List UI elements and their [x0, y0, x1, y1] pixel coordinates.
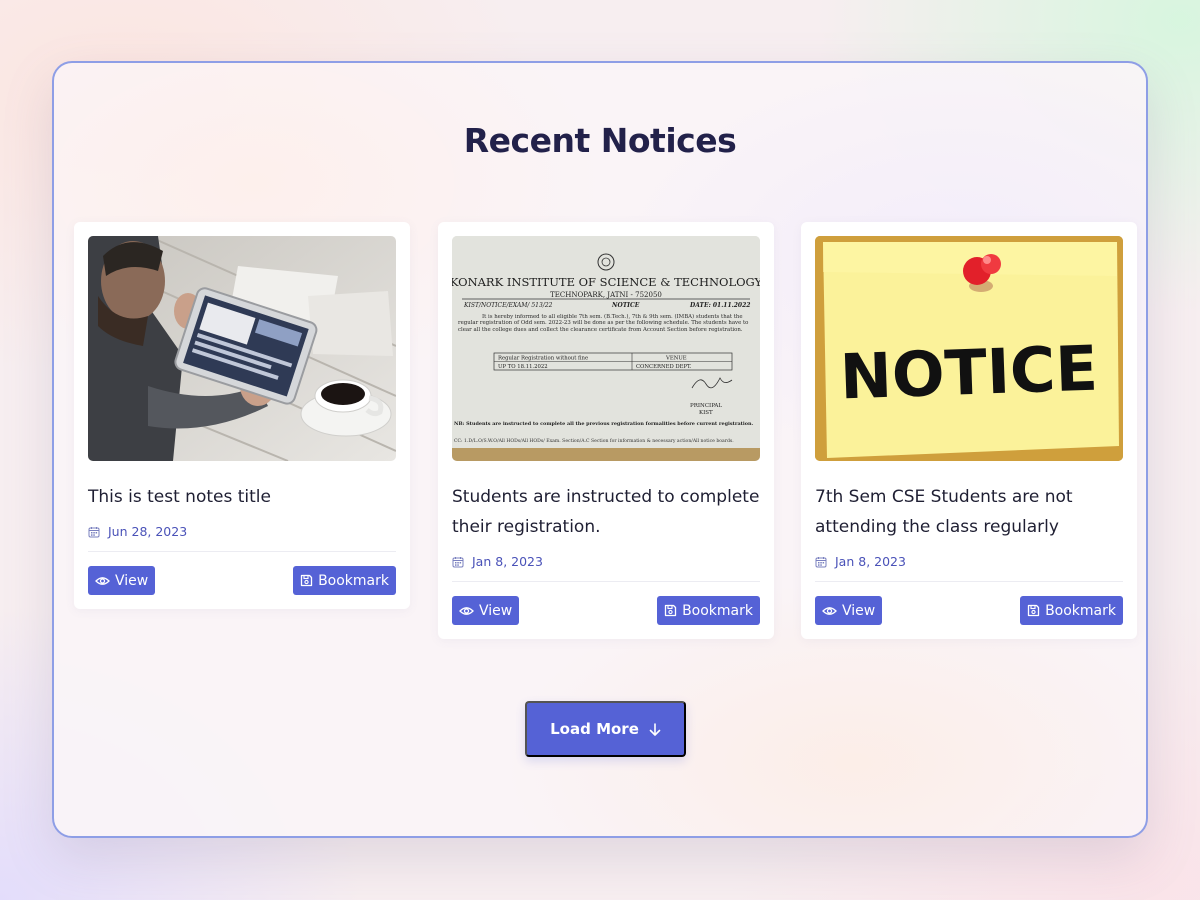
bookmark-button[interactable]: Bookmark — [1020, 596, 1123, 625]
notice-date-text: Jan 8, 2023 — [472, 554, 543, 569]
load-more-label: Load More — [550, 720, 639, 738]
notice-title[interactable]: Students are instructed to complete thei… — [452, 482, 760, 542]
notice-date: Jan 8, 2023 — [452, 554, 760, 569]
calendar-icon — [815, 556, 827, 567]
bookmark-button[interactable]: Bookmark — [657, 596, 760, 625]
eye-icon — [822, 606, 837, 615]
notice-thumbnail[interactable]: NOTICE — [815, 236, 1123, 461]
calendar-icon — [452, 556, 464, 567]
doc-address: TECHNOPARK, JATNI - 752050 — [550, 291, 662, 299]
doc-table-h2: VENUE — [665, 356, 687, 362]
view-button[interactable]: View — [452, 596, 520, 625]
calendar-icon — [88, 526, 100, 537]
notice-note-text: NOTICE — [839, 332, 1099, 414]
notice-card: This is test notes title Jun 28, 2023 Vi… — [74, 222, 410, 609]
doc-sign: PRINCIPAL — [690, 403, 722, 409]
notice-card: NOTICE 7th Sem CSE Students are not atte… — [801, 222, 1137, 639]
arrow-down-icon — [649, 722, 661, 736]
doc-cc: CC: 1.D/L.O/S.W.O/All HODs/All HODs/ Exa… — [454, 438, 734, 444]
save-icon — [664, 604, 677, 617]
doc-date: DATE: 01.11.2022 — [689, 302, 750, 309]
doc-nb: NB: Students are instructed to complete … — [454, 421, 754, 427]
save-icon — [300, 574, 313, 587]
page-title: Recent Notices — [463, 121, 737, 160]
view-label: View — [479, 602, 513, 619]
doc-body: It is hereby informed to all eligible 7t… — [458, 314, 749, 333]
doc-sign2: KIST — [699, 410, 713, 416]
notice-date: Jan 8, 2023 — [815, 554, 1123, 569]
notice-date: Jun 28, 2023 — [88, 524, 396, 539]
notice-thumbnail[interactable] — [88, 236, 396, 461]
doc-table-h1: Regular Registration without fine — [498, 356, 588, 362]
save-icon — [1027, 604, 1040, 617]
load-more-button[interactable]: Load More — [525, 701, 686, 757]
notice-thumbnail[interactable]: KONARK INSTITUTE OF SCIENCE & TECHNOLOGY… — [452, 236, 760, 461]
bookmark-button[interactable]: Bookmark — [293, 566, 396, 595]
notice-title[interactable]: 7th Sem CSE Students are not attending t… — [815, 482, 1123, 542]
eye-icon — [459, 606, 474, 615]
notice-title[interactable]: This is test notes title — [88, 482, 396, 512]
doc-institute: KONARK INSTITUTE OF SCIENCE & TECHNOLOGY — [452, 275, 760, 289]
view-button[interactable]: View — [88, 566, 156, 595]
bookmark-label: Bookmark — [1045, 602, 1116, 619]
notice-date-text: Jun 28, 2023 — [108, 524, 188, 539]
card-divider — [815, 581, 1123, 582]
notice-card: KONARK INSTITUTE OF SCIENCE & TECHNOLOGY… — [438, 222, 774, 639]
bookmark-label: Bookmark — [318, 572, 389, 589]
view-label: View — [842, 602, 876, 619]
bookmark-label: Bookmark — [682, 602, 753, 619]
view-label: View — [115, 572, 149, 589]
doc-ref: KIST/NOTICE/EXAM/ 513/22 — [463, 302, 553, 309]
eye-icon — [95, 576, 110, 585]
doc-table-c1: UP TO 18.11.2022 — [498, 364, 548, 370]
doc-label: NOTICE — [611, 302, 640, 309]
notice-date-text: Jan 8, 2023 — [835, 554, 906, 569]
card-divider — [452, 581, 760, 582]
view-button[interactable]: View — [815, 596, 883, 625]
doc-table-c2: CONCERNED DEPT. — [636, 364, 692, 370]
card-divider — [88, 551, 396, 552]
